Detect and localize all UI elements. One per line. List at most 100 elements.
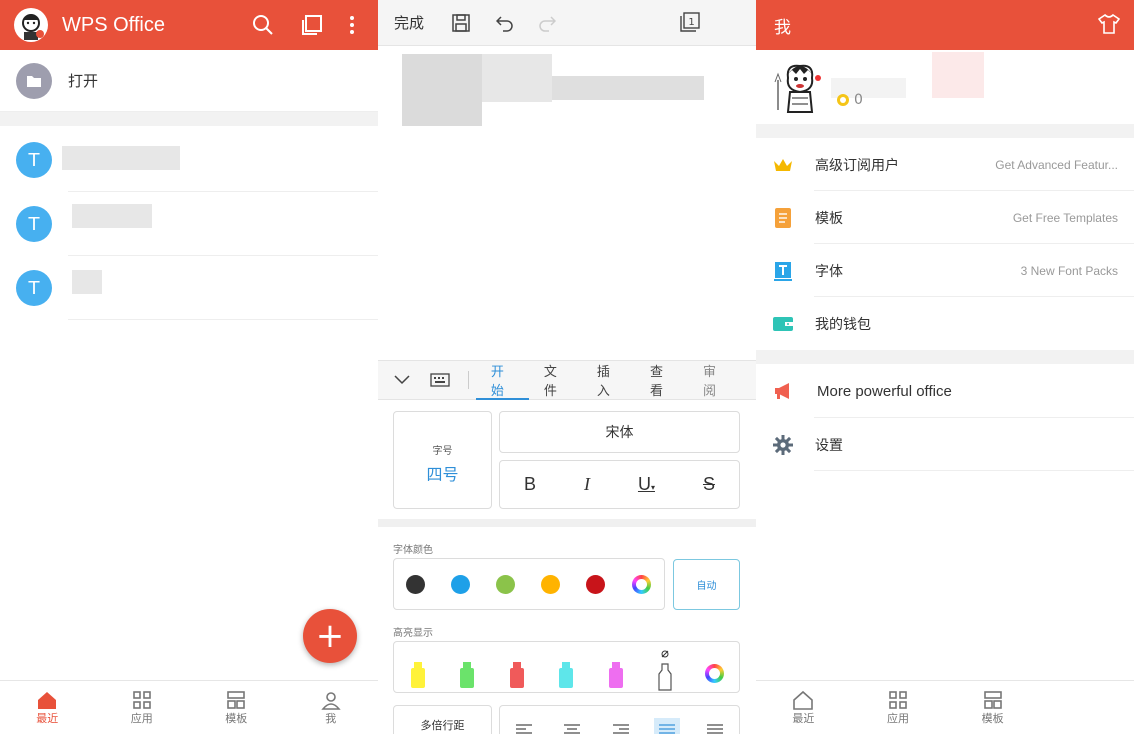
- blurred-username: [932, 52, 984, 98]
- color-swatch-blue[interactable]: [451, 575, 470, 594]
- me-panel: 我 0 高级订阅用户 Get Advanced Featur... 模板 Get…: [756, 0, 1134, 734]
- coin-icon: [837, 94, 849, 106]
- open-row[interactable]: 打开: [0, 50, 378, 112]
- redo-icon[interactable]: [538, 14, 557, 32]
- color-wheel-icon[interactable]: [632, 575, 651, 594]
- nav-me[interactable]: 我: [284, 681, 379, 734]
- highlighter-pink-icon[interactable]: [609, 662, 623, 688]
- multiwindow-icon[interactable]: [301, 14, 323, 36]
- page-count-icon[interactable]: 1: [680, 12, 700, 32]
- recent-panel: WPS Office 打开 T T T + 最近 应用 模板 我: [0, 0, 378, 734]
- highlight-color-wheel-icon[interactable]: [705, 664, 724, 683]
- menu-more-powerful[interactable]: More powerful office: [756, 364, 1134, 418]
- template-icon: [227, 690, 246, 709]
- font-name-select[interactable]: 宋体: [499, 411, 740, 453]
- italic-button[interactable]: I: [584, 474, 590, 495]
- strikethrough-button[interactable]: S: [703, 474, 715, 495]
- template-icon: [983, 690, 1002, 709]
- font-size-button[interactable]: 字号 四号: [393, 411, 492, 509]
- highlighter-yellow-icon[interactable]: [411, 662, 425, 688]
- blurred-filename: [62, 146, 180, 170]
- doc-file-icon: T: [16, 206, 52, 242]
- align-left-icon[interactable]: [516, 724, 532, 734]
- auto-color-button[interactable]: 自动: [673, 559, 740, 610]
- bottom-nav: 最近 应用 模板 我: [0, 680, 378, 734]
- undo-icon[interactable]: [496, 14, 514, 32]
- section-divider: [756, 350, 1134, 364]
- font-color-palette: [393, 558, 665, 610]
- section-divider: [756, 124, 1134, 138]
- nav-apps[interactable]: 应用: [95, 681, 190, 734]
- menu-settings[interactable]: 设置: [756, 418, 1134, 471]
- editor-toolbar: 完成 1: [378, 0, 756, 46]
- more-menu-icon[interactable]: [348, 14, 356, 36]
- menu-templates[interactable]: 模板 Get Free Templates: [756, 191, 1134, 244]
- color-swatch-green[interactable]: [496, 575, 515, 594]
- app-title: WPS Office: [62, 13, 165, 36]
- doc-file-icon: T: [16, 142, 52, 178]
- tab-file[interactable]: 文件: [544, 360, 567, 400]
- section-divider: [378, 519, 756, 527]
- font-icon: [774, 261, 792, 281]
- highlighter-red-icon[interactable]: [510, 662, 524, 688]
- tab-home[interactable]: 开始: [475, 360, 529, 400]
- me-header: 我: [756, 0, 1134, 50]
- list-item[interactable]: T: [0, 192, 378, 256]
- template-doc-icon: [775, 207, 791, 228]
- crown-icon: [774, 158, 792, 171]
- gear-icon: [773, 434, 793, 455]
- doc-file-icon: T: [16, 270, 52, 306]
- nav-apps[interactable]: 应用: [851, 681, 946, 734]
- editor-panel: 完成 1 开始 文件 插入 查看 审阅 字号 四号 宋体 B I U▾ S 字体…: [378, 0, 756, 734]
- save-icon[interactable]: [452, 13, 470, 32]
- nav-templates[interactable]: 模板: [945, 681, 1040, 734]
- menu-premium[interactable]: 高级订阅用户 Get Advanced Featur...: [756, 138, 1134, 191]
- highlight-palette: [393, 641, 740, 693]
- align-right-icon[interactable]: [613, 724, 629, 734]
- section-divider: [0, 112, 378, 126]
- format-buttons: B I U▾ S: [499, 460, 740, 509]
- nav-recent[interactable]: 最近: [756, 681, 851, 734]
- line-spacing-button[interactable]: 多倍行距: [393, 705, 492, 734]
- bold-button[interactable]: B: [524, 474, 536, 495]
- collapse-chevron-icon[interactable]: [394, 375, 410, 385]
- highlighter-green-icon[interactable]: [460, 662, 474, 688]
- profile-header[interactable]: 0: [756, 50, 1134, 124]
- blurred-filename: [72, 204, 152, 228]
- underline-button[interactable]: U▾: [638, 474, 655, 495]
- distribute-icon[interactable]: [707, 724, 723, 734]
- tab-review[interactable]: 审阅: [703, 360, 726, 400]
- profile-avatar[interactable]: [774, 60, 824, 114]
- done-button[interactable]: 完成: [394, 12, 424, 33]
- list-item[interactable]: T: [0, 256, 378, 320]
- menu-fonts[interactable]: 字体 3 New Font Packs: [756, 244, 1134, 297]
- font-size-title: 字号: [432, 446, 453, 457]
- align-justify-icon[interactable]: [654, 718, 680, 734]
- keyboard-icon[interactable]: [430, 373, 450, 387]
- coin-count: 0: [854, 92, 863, 108]
- color-swatch-black[interactable]: [406, 575, 425, 594]
- nav-templates[interactable]: 模板: [189, 681, 284, 734]
- highlighter-cyan-icon[interactable]: [559, 662, 573, 688]
- new-document-button[interactable]: +: [303, 609, 357, 663]
- menu-wallet[interactable]: 我的钱包: [756, 297, 1134, 350]
- search-icon[interactable]: [252, 14, 274, 36]
- color-swatch-yellow[interactable]: [541, 575, 560, 594]
- tab-insert[interactable]: 插入: [597, 360, 620, 400]
- user-avatar[interactable]: [14, 8, 48, 42]
- align-center-icon[interactable]: [564, 724, 580, 734]
- tab-divider: [468, 371, 469, 389]
- tab-view[interactable]: 查看: [650, 360, 673, 400]
- color-swatch-red[interactable]: [586, 575, 605, 594]
- skin-shirt-icon[interactable]: [1098, 14, 1120, 34]
- ribbon-tabs: 开始 文件 插入 查看 审阅: [378, 360, 756, 400]
- document-content[interactable]: [402, 54, 712, 134]
- wallet-icon: [773, 316, 793, 331]
- no-highlight-icon[interactable]: [657, 650, 673, 692]
- list-item[interactable]: T: [0, 128, 378, 192]
- blurred-filename: [72, 270, 102, 294]
- nav-recent[interactable]: 最近: [0, 681, 95, 734]
- font-size-value: 四号: [426, 465, 459, 484]
- alignment-buttons: [499, 705, 740, 734]
- apps-grid-icon: [132, 690, 151, 709]
